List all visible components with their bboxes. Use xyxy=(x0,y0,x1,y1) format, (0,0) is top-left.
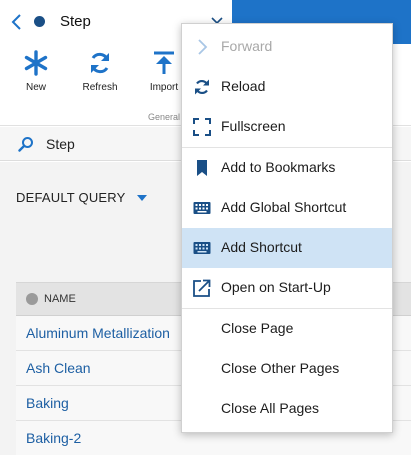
refresh-icon xyxy=(91,52,109,74)
keyboard-icon xyxy=(193,242,211,254)
open-external-icon xyxy=(193,279,211,297)
row-link[interactable]: Baking xyxy=(26,395,69,411)
menu-item-label: Close Other Pages xyxy=(221,360,340,376)
query-selector[interactable]: DEFAULT QUERY xyxy=(16,190,126,205)
caret-down-icon[interactable] xyxy=(137,195,147,201)
chevron-right-icon xyxy=(198,39,208,55)
context-menu: Forward Reload Fullscreen Add to Bookmar… xyxy=(181,23,393,433)
menu-item-add-global-shortcut[interactable]: Add Global Shortcut xyxy=(182,188,392,228)
status-column-icon xyxy=(26,293,38,305)
menu-item-label: Forward xyxy=(221,38,273,54)
page-title: Step xyxy=(60,13,91,30)
bookmark-icon xyxy=(197,160,207,176)
search-icon xyxy=(18,137,33,152)
row-link[interactable]: Aluminum Metallization xyxy=(26,325,170,341)
menu-item-label: Reload xyxy=(221,78,266,94)
new-button[interactable]: New xyxy=(6,50,66,93)
ribbon-group-label: General xyxy=(148,112,181,122)
menu-item-close-page[interactable]: Close Page xyxy=(182,309,392,349)
row-link[interactable]: Ash Clean xyxy=(26,360,91,376)
menu-item-reload[interactable]: Reload xyxy=(182,67,392,107)
import-icon xyxy=(154,51,174,74)
reload-icon xyxy=(195,79,209,95)
row-link[interactable]: Baking-2 xyxy=(26,430,81,446)
menu-item-fullscreen[interactable]: Fullscreen xyxy=(182,107,392,147)
menu-item-forward[interactable]: Forward xyxy=(182,27,392,67)
menu-item-label: Close All Pages xyxy=(221,400,320,416)
search-input[interactable]: Step xyxy=(46,136,75,152)
menu-item-label: Add Shortcut xyxy=(221,239,302,255)
menu-item-label: Open on Start-Up xyxy=(221,279,331,295)
menu-item-label: Add to Bookmarks xyxy=(221,159,336,175)
back-arrow-icon[interactable] xyxy=(10,13,24,31)
menu-item-close-all-pages[interactable]: Close All Pages xyxy=(182,389,392,429)
asterisk-icon xyxy=(24,50,48,76)
menu-item-label: Close Page xyxy=(221,320,294,336)
column-header-name[interactable]: NAME xyxy=(44,293,76,305)
keyboard-icon xyxy=(193,202,211,214)
menu-item-add-shortcut[interactable]: Add Shortcut xyxy=(182,228,392,268)
fullscreen-icon xyxy=(193,118,211,136)
refresh-button[interactable]: Refresh xyxy=(70,50,130,93)
refresh-button-label: Refresh xyxy=(82,82,118,93)
page-status-dot xyxy=(34,16,45,27)
menu-item-close-other-pages[interactable]: Close Other Pages xyxy=(182,349,392,389)
menu-item-add-bookmark[interactable]: Add to Bookmarks xyxy=(182,148,392,188)
menu-item-label: Fullscreen xyxy=(221,118,286,134)
new-button-label: New xyxy=(25,82,46,93)
menu-item-open-on-startup[interactable]: Open on Start-Up xyxy=(182,268,392,308)
menu-item-label: Add Global Shortcut xyxy=(221,199,347,215)
